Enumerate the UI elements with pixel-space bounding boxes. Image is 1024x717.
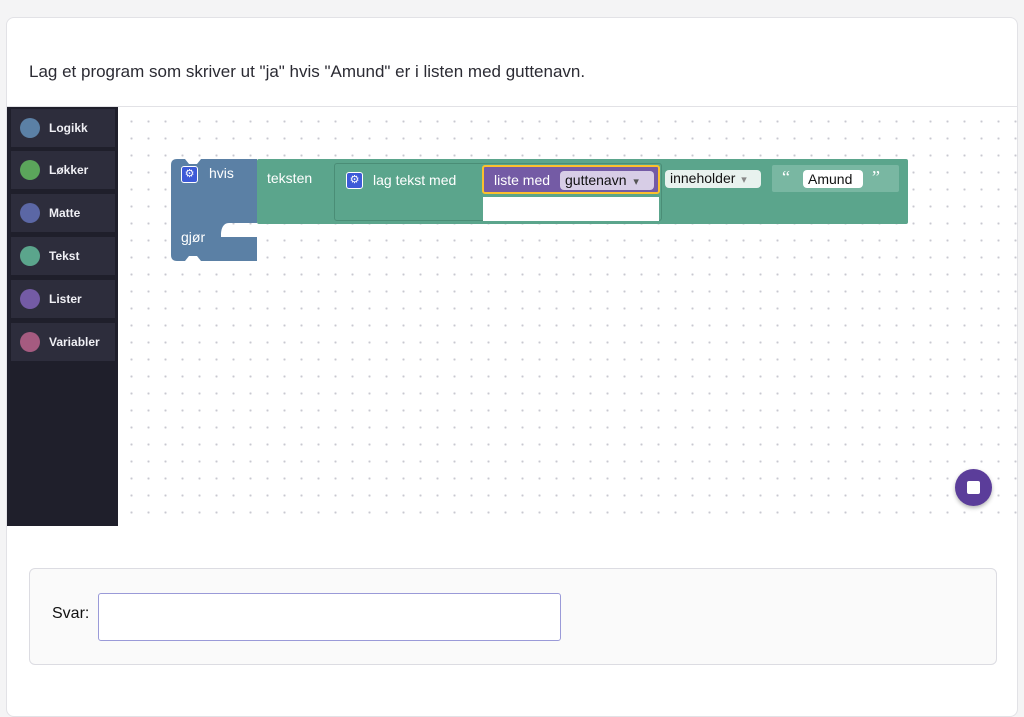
blockly-workspace: Logikk Løkker Matte Tekst Lister Variabl… [7, 106, 1017, 526]
if-block[interactable]: ⚙ hvis gjør [171, 159, 257, 261]
gear-icon[interactable]: ⚙ [181, 166, 198, 183]
answer-panel: Svar: [29, 568, 997, 665]
quote-open-icon: “ [782, 167, 790, 187]
text-string-block[interactable]: “ Amund ” [772, 165, 899, 192]
category-label: Variabler [49, 335, 100, 349]
category-label: Logikk [49, 121, 88, 135]
join-text-block[interactable]: ⚙ lag tekst med liste med guttenavn ▾ [334, 163, 662, 221]
category-color-icon [20, 118, 40, 138]
answer-label: Svar: [52, 605, 90, 622]
answer-input[interactable] [98, 593, 561, 641]
task-card: Lag et program som skriver ut "ja" hvis … [6, 17, 1018, 717]
do-label: gjør [181, 229, 206, 245]
category-variabler[interactable]: Variabler [11, 323, 115, 363]
category-label: Løkker [49, 163, 89, 177]
empty-input-slot[interactable] [483, 197, 659, 221]
join-label: lag tekst med [373, 172, 457, 188]
operator-dropdown[interactable]: inneholder ▾ [665, 170, 761, 188]
toolbox: Logikk Løkker Matte Tekst Lister Variabl… [7, 107, 118, 526]
list-with-block[interactable]: liste med guttenavn ▾ [482, 165, 660, 194]
operator-value: inneholder [670, 170, 736, 186]
workspace-canvas[interactable]: ⚙ hvis gjør teksten ⚙ lag tekst med list… [118, 107, 1017, 526]
category-color-icon [20, 332, 40, 352]
category-matte[interactable]: Matte [11, 194, 115, 234]
gear-icon[interactable]: ⚙ [346, 172, 363, 189]
category-label: Matte [49, 206, 81, 220]
category-lister[interactable]: Lister [11, 280, 115, 320]
category-color-icon [20, 203, 40, 223]
list-variable-dropdown[interactable]: guttenavn ▾ [560, 171, 654, 190]
contains-label: teksten [267, 170, 313, 186]
if-label: hvis [209, 165, 234, 181]
chevron-down-icon: ▾ [633, 176, 639, 188]
string-value: Amund [808, 171, 853, 187]
list-label: liste med [494, 172, 551, 188]
category-label: Tekst [49, 249, 80, 263]
category-tekst[interactable]: Tekst [11, 237, 115, 277]
stop-button[interactable] [955, 469, 992, 506]
text-contains-block[interactable]: teksten ⚙ lag tekst med liste med gutten… [257, 159, 908, 224]
category-color-icon [20, 160, 40, 180]
category-color-icon [20, 289, 40, 309]
stop-icon [967, 481, 980, 494]
category-label: Lister [49, 292, 82, 306]
category-lokker[interactable]: Løkker [11, 151, 115, 191]
string-value-field[interactable]: Amund [803, 170, 863, 188]
list-variable-value: guttenavn [565, 172, 627, 188]
category-logikk[interactable]: Logikk [11, 109, 115, 149]
quote-close-icon: ” [872, 167, 880, 187]
category-color-icon [20, 246, 40, 266]
task-question: Lag et program som skriver ut "ja" hvis … [29, 62, 586, 81]
chevron-down-icon: ▾ [741, 174, 747, 186]
